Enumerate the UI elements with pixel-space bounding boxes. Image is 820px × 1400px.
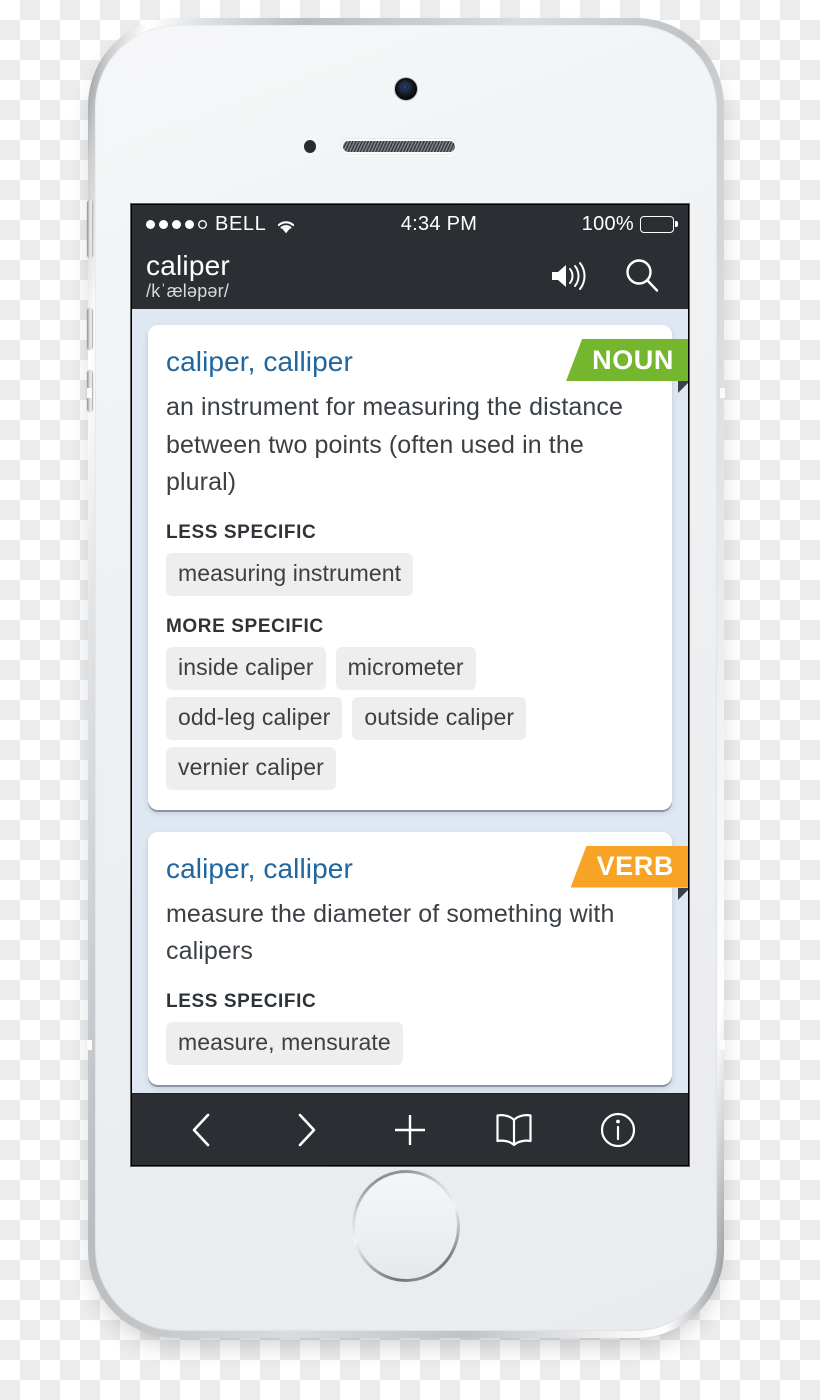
bookmarks-button[interactable] — [482, 1102, 546, 1158]
definition-card[interactable]: NOUN caliper, calliper an instrument for… — [148, 325, 688, 810]
bottom-toolbar — [132, 1093, 688, 1165]
pos-badge-label: VERB — [570, 845, 688, 888]
badge-fold-icon — [678, 887, 688, 900]
battery-icon — [640, 215, 678, 233]
antenna-band-right-top — [720, 388, 725, 398]
home-button[interactable] — [352, 1170, 460, 1282]
signal-strength-icon — [146, 219, 207, 229]
antenna-band-left-top — [87, 388, 92, 398]
page-title: caliper — [146, 249, 230, 281]
relation-chips-more-specific: inside caliper micrometer odd-leg calipe… — [166, 646, 654, 790]
antenna-band-right-bottom — [720, 1040, 725, 1050]
pos-badge-label: NOUN — [566, 339, 688, 381]
wifi-icon — [276, 217, 296, 233]
iphone-device: BELL 4:34 PM 100% caliper /kˈæləpər/ NOU… — [87, 18, 725, 1338]
relation-chip[interactable]: inside caliper — [166, 646, 326, 690]
silent-switch[interactable] — [87, 200, 93, 258]
search-icon[interactable] — [622, 256, 662, 296]
relation-chip[interactable]: measuring instrument — [166, 552, 414, 596]
earpiece-speaker-icon — [340, 138, 458, 155]
badge-fold-icon — [678, 381, 688, 393]
back-button[interactable] — [170, 1102, 234, 1158]
relation-chip[interactable]: measure, mensurate — [166, 1021, 403, 1065]
status-bar: BELL 4:34 PM 100% — [132, 205, 688, 243]
relation-label-less-specific: LESS SPECIFIC — [166, 990, 317, 1012]
definitions-list[interactable]: NOUN caliper, calliper an instrument for… — [132, 309, 688, 1093]
definition-card[interactable]: VERB caliper, calliper measure the diame… — [148, 831, 688, 1085]
headword[interactable]: caliper, calliper — [166, 853, 353, 885]
speaker-icon[interactable] — [548, 256, 588, 296]
info-button[interactable] — [586, 1102, 650, 1158]
pos-badge: NOUN — [566, 339, 688, 393]
add-button[interactable] — [378, 1102, 442, 1158]
relation-label-less-specific: LESS SPECIFIC — [166, 521, 317, 543]
status-bar-clock: 4:34 PM — [400, 212, 478, 235]
pronunciation-label: /kˈæləpər/ — [146, 281, 230, 302]
front-camera-icon — [395, 78, 417, 100]
relation-chip[interactable]: micrometer — [335, 646, 476, 690]
relation-chip[interactable]: vernier caliper — [166, 746, 336, 790]
battery-percent-label: 100% — [581, 212, 634, 235]
relation-chips-less-specific: measure, mensurate — [166, 1021, 654, 1065]
definition-text: measure the diameter of something with c… — [166, 899, 615, 966]
volume-up-button[interactable] — [87, 308, 93, 350]
headword[interactable]: caliper, calliper — [166, 346, 353, 378]
forward-button[interactable] — [274, 1102, 338, 1158]
relation-label-more-specific: MORE SPECIFIC — [166, 615, 324, 637]
phone-screen: BELL 4:34 PM 100% caliper /kˈæləpər/ NOU… — [131, 204, 689, 1166]
relation-chip[interactable]: odd-leg caliper — [166, 696, 343, 740]
carrier-label: BELL — [215, 212, 267, 235]
relation-chip[interactable]: outside caliper — [352, 696, 527, 740]
pos-badge: VERB — [570, 845, 688, 900]
definition-text: an instrument for measuring the distance… — [166, 393, 624, 496]
nav-bar: caliper /kˈæləpər/ — [132, 243, 688, 309]
antenna-band-left-bottom — [87, 1040, 92, 1050]
proximity-sensor-icon — [304, 140, 316, 153]
relation-chips-less-specific: measuring instrument — [166, 552, 654, 596]
